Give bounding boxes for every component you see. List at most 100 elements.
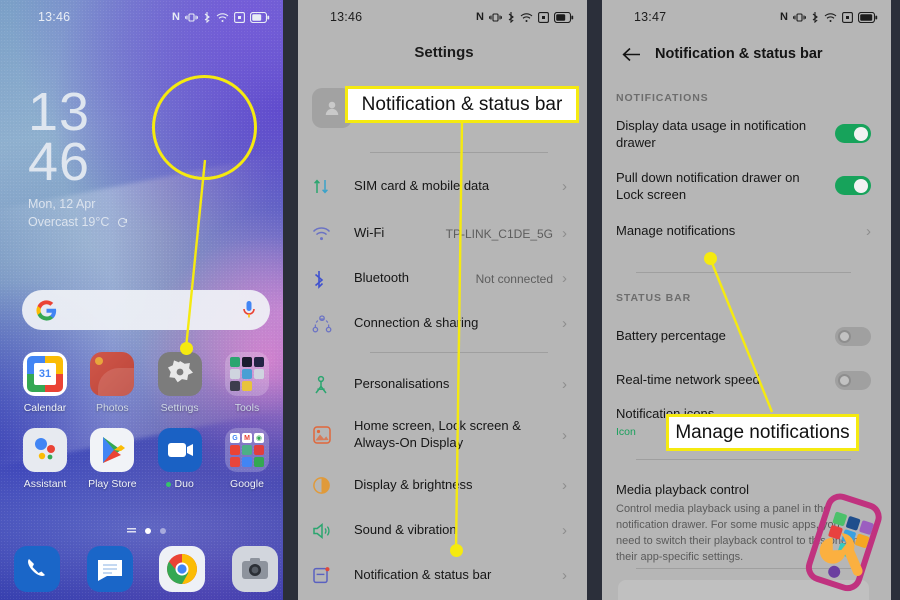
refresh-icon — [118, 218, 128, 228]
row-label: Battery percentage — [616, 327, 726, 343]
settings-item-personalisations[interactable]: Personalisations › — [292, 362, 587, 407]
sdcard-icon — [538, 11, 549, 23]
settings-item-wifi[interactable]: Wi-Fi TP-LINK_C1DE_5G › — [292, 211, 587, 256]
app-label: Google — [230, 478, 264, 490]
vibrate-icon — [489, 12, 502, 22]
settings-page-title: Settings — [414, 44, 474, 61]
settings-item-connection-sharing[interactable]: Connection & sharing › — [292, 301, 587, 346]
notification-statusbar-icon — [312, 566, 354, 585]
chevron-right-icon: › — [562, 376, 567, 393]
settings-item-label: Connection & sharing — [354, 315, 479, 331]
google-search-bar[interactable] — [22, 290, 270, 330]
messages-icon[interactable] — [86, 546, 133, 592]
chevron-right-icon: › — [562, 270, 567, 287]
sdcard-icon — [234, 11, 245, 23]
weather-text: Overcast 19°C — [28, 214, 110, 229]
page-indicator[interactable] — [0, 528, 292, 534]
settings-item-notification-statusbar[interactable]: Notification & status bar › — [292, 553, 587, 598]
page-dot[interactable] — [159, 528, 166, 534]
toggle-network-speed[interactable] — [835, 370, 871, 390]
duo-badge-dot — [165, 481, 171, 487]
row-label: Pull down notification drawer on Lock sc… — [616, 170, 800, 202]
app-settings[interactable]: Settings — [149, 352, 211, 414]
camera-icon[interactable] — [231, 546, 278, 592]
wifi-icon — [824, 12, 837, 22]
chevron-right-icon: › — [562, 315, 567, 332]
app-play-store[interactable]: Play Store — [81, 428, 143, 490]
battery-icon — [554, 11, 574, 23]
bluetooth-icon — [812, 12, 818, 23]
media-playback-section: Media playback control Control media pla… — [596, 482, 891, 566]
sound-vibration-icon — [312, 522, 354, 540]
settings-item-home-lock-screen[interactable]: Home screen, Lock screen & Always-On Dis… — [292, 407, 587, 463]
status-time: 13:46 — [330, 10, 363, 24]
panel-edge-left — [596, 0, 602, 600]
row-sublabel: Icon — [616, 425, 636, 438]
chevron-right-icon: › — [562, 178, 567, 195]
settings-item-label: Notification & status bar — [354, 567, 492, 583]
panel-edge-right — [587, 0, 596, 600]
phone-icon[interactable] — [14, 546, 60, 592]
toggle-battery-percentage[interactable] — [835, 326, 871, 346]
connection-sharing-icon — [312, 314, 354, 333]
row-network-speed[interactable]: Real-time network speed — [596, 358, 891, 402]
toggle-display-data-usage[interactable] — [835, 124, 871, 143]
personalisations-icon — [312, 375, 354, 395]
settings-item-value: TP-LINK_C1DE_5G — [445, 226, 553, 241]
notifications-group: Display data usage in notification drawe… — [596, 112, 891, 254]
toggle-pull-down-drawer[interactable] — [835, 176, 871, 195]
status-time: 13:47 — [634, 10, 667, 24]
settings-group-device: Personalisations › Home screen, Lock scr… — [292, 362, 587, 598]
google-g-icon — [36, 299, 57, 321]
app-photos[interactable]: Photos — [81, 352, 143, 414]
profile-row[interactable]: › — [312, 82, 576, 134]
row-notification-icons[interactable]: Notification icons Icon — [596, 402, 891, 446]
settings-item-value: Not connected — [475, 271, 553, 286]
settings-item-bluetooth[interactable]: Bluetooth Not connected › — [292, 256, 587, 301]
settings-item-label: Wi-Fi — [354, 225, 385, 241]
settings-item-display-brightness[interactable]: Display & brightness › — [292, 463, 587, 508]
app-label: Assistant — [23, 478, 67, 490]
app-calendar[interactable]: 31 Calendar — [14, 352, 76, 414]
row-display-data-usage[interactable]: Display data usage in notification drawe… — [596, 112, 891, 158]
display-brightness-icon — [312, 476, 354, 495]
nfc-icon: N — [780, 11, 788, 23]
app-google-folder[interactable]: G M ◉ Google — [216, 428, 278, 490]
clock-minutes: 46 — [28, 131, 91, 192]
settings-item-label: Display & brightness — [354, 477, 473, 493]
app-assistant[interactable]: Assistant — [14, 428, 76, 490]
divider — [370, 352, 548, 353]
settings-group-connectivity: SIM card & mobile data › Wi-Fi TP-LINK_C… — [292, 162, 587, 346]
row-manage-notifications[interactable]: Manage notifications › — [596, 208, 891, 254]
divider — [370, 152, 548, 153]
settings-item-sim[interactable]: SIM card & mobile data › — [292, 162, 587, 211]
statusbar-group: Battery percentage Real-time network spe… — [596, 314, 891, 446]
chrome-icon[interactable] — [159, 546, 206, 592]
settings-item-sound-vibration[interactable]: Sound & vibration › — [292, 508, 587, 553]
app-row-1: 31 Calendar Photos Settings Tools — [14, 352, 278, 414]
app-label: Tools — [234, 402, 260, 414]
row-label: Real-time network speed — [616, 371, 760, 387]
nsb-status-bar: 13:47 N — [596, 0, 900, 34]
row-battery-percentage[interactable]: Battery percentage — [596, 314, 891, 358]
nsb-page-title: Notification & status bar — [655, 46, 823, 62]
battery-icon — [250, 11, 270, 23]
page-list-icon[interactable] — [126, 528, 136, 534]
home-lock-screen-icon — [312, 425, 354, 445]
wifi-icon — [216, 12, 229, 22]
app-tools-folder[interactable]: Tools — [216, 352, 278, 414]
vibrate-icon — [793, 12, 806, 22]
settings-item-label: Sound & vibration — [354, 522, 457, 538]
google-folder-icon: G M ◉ — [224, 428, 269, 472]
page-dot-active[interactable] — [144, 528, 151, 534]
bluetooth-icon — [508, 12, 514, 23]
app-duo[interactable]: Duo — [149, 428, 211, 490]
battery-icon — [858, 11, 878, 23]
back-arrow-icon[interactable] — [622, 47, 641, 62]
section-header-notifications: NOTIFICATIONS — [616, 92, 709, 104]
bottom-card — [618, 580, 869, 600]
photos-icon — [90, 352, 135, 396]
row-pull-down-drawer[interactable]: Pull down notification drawer on Lock sc… — [596, 158, 891, 208]
microphone-icon[interactable] — [242, 300, 256, 320]
app-label: Duo — [149, 478, 211, 490]
